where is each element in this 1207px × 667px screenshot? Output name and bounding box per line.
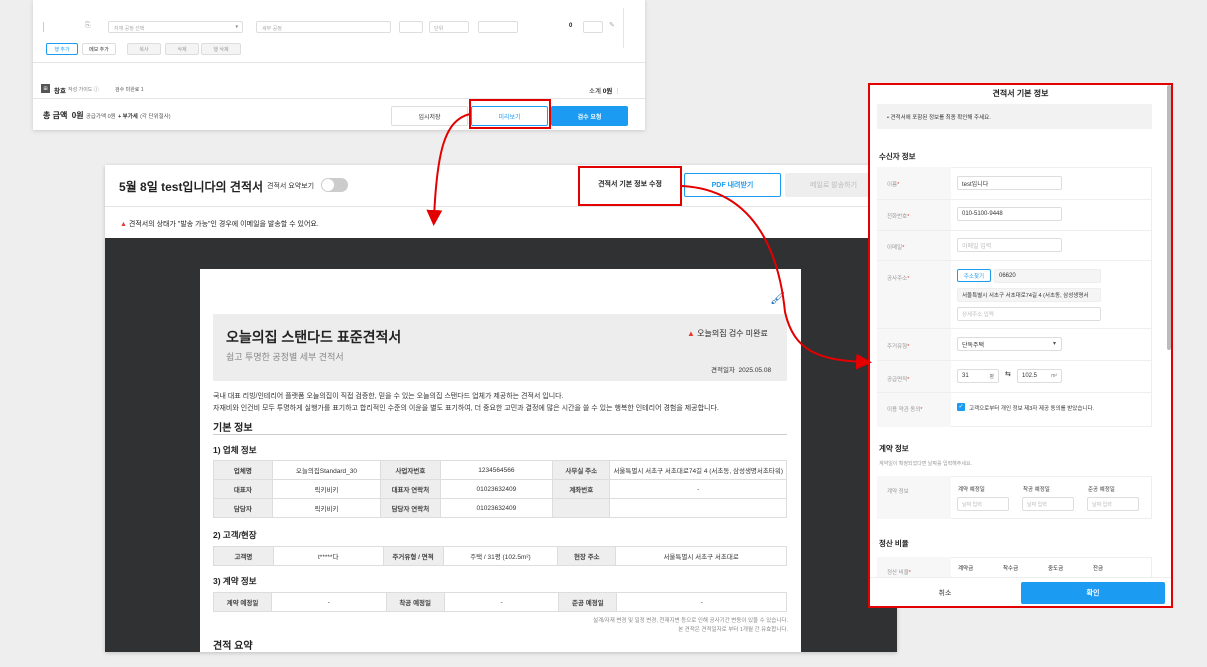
arrow-preview-to-window bbox=[426, 113, 471, 226]
annotation-arrows bbox=[426, 113, 872, 370]
arrow-edit-to-panel bbox=[681, 185, 872, 370]
